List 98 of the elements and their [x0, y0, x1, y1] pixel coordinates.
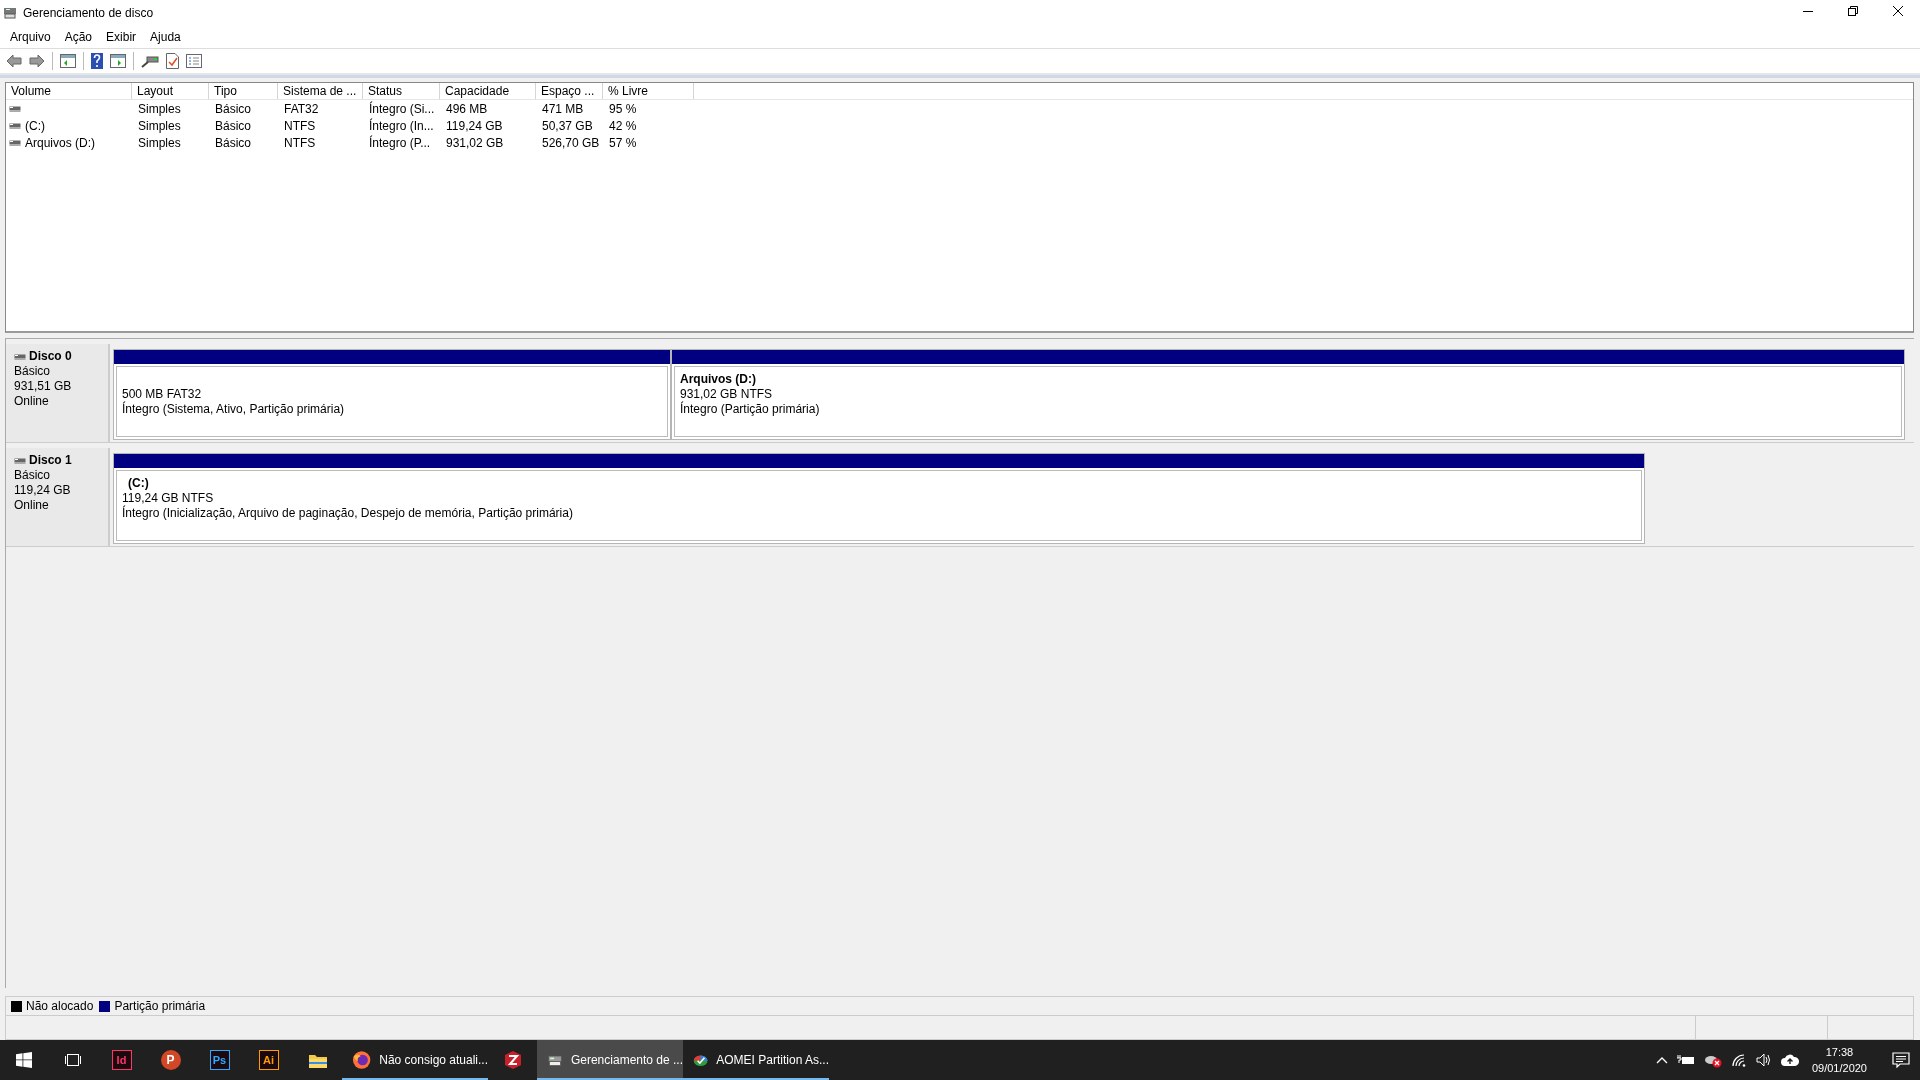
menu-item[interactable]: Ação	[57, 29, 100, 44]
table-cell-text: NTFS	[283, 118, 317, 133]
help-icon[interactable]	[91, 53, 103, 69]
table-cell-text: Simples	[137, 135, 182, 150]
clock-date[interactable]: 09/01/2020	[1811, 1060, 1867, 1076]
partition-block[interactable]: (C:) 119,24 GB NTFS Íntegro (Inicialização, Arquivo de paginação, Despejo de memória, Partição primária)	[113, 453, 1645, 545]
back-arrow-icon[interactable]	[6, 54, 22, 68]
partition-block[interactable]: Arquivos (D:) 931,02 GB NTFS Íntegro (Partição primária)	[671, 349, 1905, 441]
disk-type: Básico	[14, 364, 52, 380]
table-cell-text: Básico	[214, 118, 253, 133]
drive-icon	[9, 138, 21, 147]
drive-icon	[14, 352, 26, 361]
partition-status: Íntegro (Sistema, Ativo, Partição primária)	[122, 402, 346, 418]
app-logo-icon: Ai	[258, 1050, 279, 1070]
archive-icon	[502, 1050, 523, 1070]
table-cell-text: Simples	[137, 101, 182, 116]
cloud-upload-icon[interactable]	[1780, 1054, 1799, 1066]
partition-label: (C:)	[127, 476, 150, 492]
table-cell-text: 95 %	[608, 101, 638, 116]
taskbar-button[interactable]: Ai	[244, 1040, 293, 1080]
taskbar-button[interactable]: Ps	[195, 1040, 244, 1080]
table-cell-text: Íntegro (In...	[368, 118, 435, 133]
drive-icon	[3, 6, 17, 19]
disk-info-panel[interactable]: Disco 0 Básico 931,51 GB Online	[6, 344, 110, 443]
table-cell-text: 119,24 GB	[445, 118, 504, 133]
clock-time[interactable]: 17:38	[1825, 1044, 1854, 1060]
table-cell-text: 526,70 GB	[541, 135, 601, 150]
disk-name: Disco 1	[29, 453, 72, 469]
table-cell-text: Íntegro (P...	[368, 135, 432, 150]
drive-icon	[9, 104, 21, 113]
windows-logo-icon[interactable]	[16, 1052, 32, 1068]
column-header[interactable]: % Livre	[603, 83, 694, 99]
taskbar-button[interactable]: P	[146, 1040, 195, 1080]
speaker-icon[interactable]	[1755, 1053, 1772, 1067]
disk-status: Online	[14, 394, 50, 410]
table-cell-text: 50,37 GB	[541, 118, 594, 133]
disk-size: 931,51 GB	[14, 379, 73, 395]
disk-type: Básico	[14, 468, 52, 484]
legend-label: Partição primária	[114, 999, 206, 1014]
taskbar-button[interactable]: Id	[97, 1040, 146, 1080]
table-cell-text: NTFS	[283, 135, 317, 150]
disk-name: Disco 0	[29, 349, 72, 365]
table-cell-text: 57 %	[608, 135, 638, 150]
column-header[interactable]: Capacidade	[440, 83, 536, 99]
table-cell-text: 471 MB	[541, 101, 585, 116]
table-cell: Arquivos (D:)	[25, 135, 95, 150]
app-logo-icon: P	[160, 1050, 181, 1070]
table-cell-text: FAT32	[283, 101, 320, 116]
table-cell-text: Simples	[137, 118, 182, 133]
column-header[interactable]: Tipo	[209, 83, 278, 99]
partition-status: Íntegro (Inicialização, Arquivo de paginação, Despejo de memória, Partição primária)	[122, 506, 574, 522]
properties-icon[interactable]	[186, 54, 202, 68]
column-header[interactable]: Espaço ...	[536, 83, 603, 99]
notification-icon[interactable]	[1892, 1052, 1910, 1068]
restore-icon	[1846, 5, 1859, 17]
drive-icon	[9, 121, 21, 130]
task-view-icon	[63, 1052, 82, 1068]
legend-label: Não alocado	[26, 999, 94, 1014]
drive-icon	[14, 456, 26, 465]
window-title: Gerenciamento de disco	[23, 5, 154, 20]
column-header[interactable]: Layout	[132, 83, 209, 99]
partition-size: 931,02 GB NTFS	[680, 387, 774, 402]
menu-item[interactable]: Arquivo	[3, 29, 58, 44]
partition-label: Arquivos (D:)	[680, 372, 757, 388]
panel-icon[interactable]	[110, 54, 126, 68]
disk-status: Online	[14, 498, 50, 514]
table-cell-text: Íntegro (Si...	[368, 101, 436, 116]
app-logo-icon: Id	[111, 1050, 132, 1070]
panel-icon[interactable]	[60, 54, 76, 68]
close-icon	[1891, 5, 1904, 17]
partition-size: 119,24 GB NTFS	[122, 491, 215, 506]
table-cell-text: 42 %	[608, 118, 638, 133]
menu-item[interactable]: Exibir	[99, 29, 144, 44]
forward-arrow-icon[interactable]	[29, 54, 45, 68]
table-cell-text: Básico	[214, 135, 253, 150]
taskbar-button[interactable]: Não consigo atuali...	[342, 1040, 488, 1080]
table-cell: (C:)	[25, 118, 45, 133]
column-header[interactable]: Sistema de ...	[278, 83, 363, 99]
drive-icon[interactable]	[141, 54, 159, 68]
checklist-icon[interactable]	[166, 53, 179, 69]
taskbar-button[interactable]: AOMEI Partition As...	[683, 1040, 829, 1080]
browser-icon	[352, 1050, 372, 1070]
column-header[interactable]: Volume	[6, 83, 132, 99]
disk-info-panel[interactable]: Disco 1 Básico 119,24 GB Online	[6, 448, 110, 547]
partition-status: Íntegro (Partição primária)	[680, 402, 821, 418]
taskbar-button[interactable]: Gerenciamento de ...	[537, 1040, 683, 1080]
menu-item[interactable]: Ajuda	[143, 29, 188, 44]
column-header[interactable]: Status	[363, 83, 440, 99]
table-cell-text: Básico	[214, 101, 253, 116]
app-logo-icon: Ps	[209, 1050, 230, 1070]
table-cell-text: 931,02 GB	[445, 135, 505, 150]
disk-size: 119,24 GB	[14, 483, 72, 499]
table-cell-text: 496 MB	[445, 101, 489, 116]
chevron-up-icon[interactable]	[1655, 1056, 1668, 1064]
partition-block[interactable]: 500 MB FAT32 Íntegro (Sistema, Ativo, Partição primária)	[113, 349, 671, 441]
wifi-icon[interactable]	[1730, 1053, 1747, 1067]
battery-icon[interactable]	[1676, 1054, 1695, 1066]
partition-size: 500 MB FAT32	[122, 387, 203, 402]
